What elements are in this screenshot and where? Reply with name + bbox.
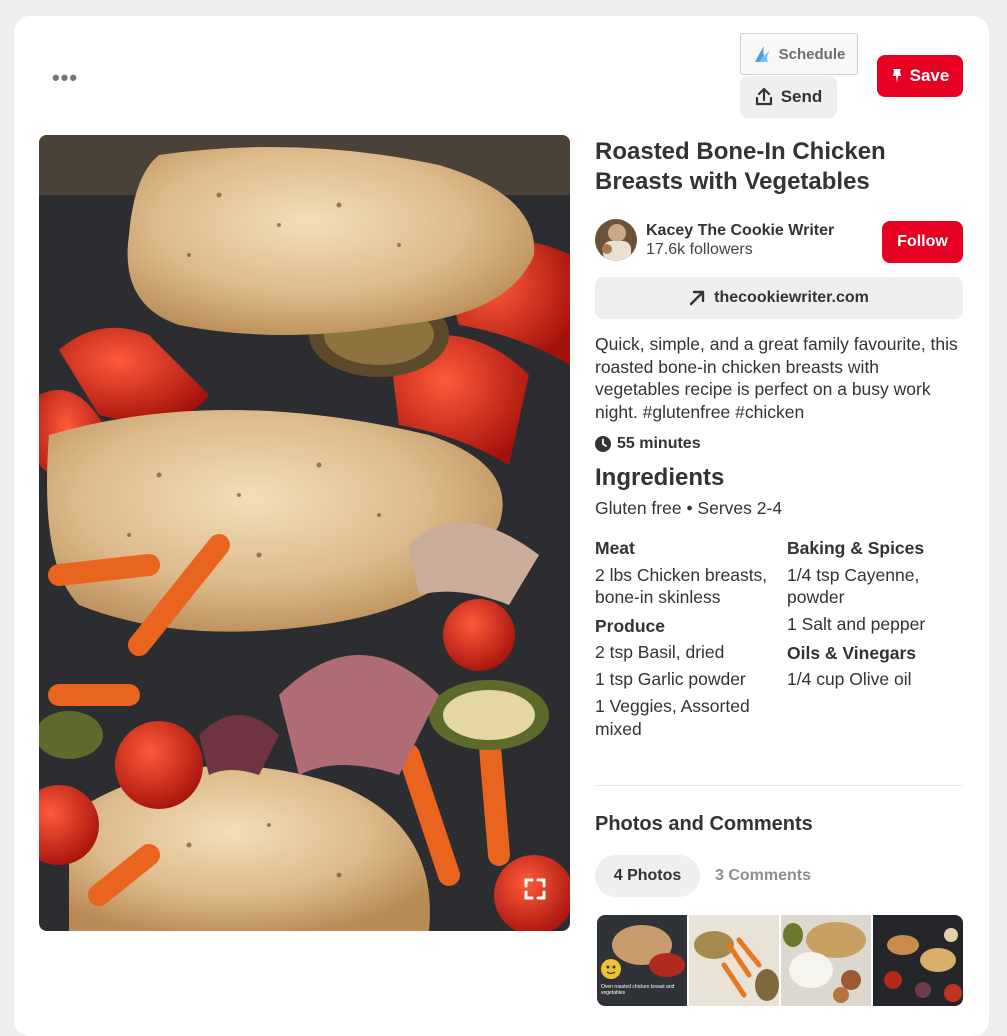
photo-thumbnails: Oven roasted chicken breast and vegetabl…: [597, 915, 963, 1006]
more-icon: •••: [51, 65, 79, 90]
expand-icon: [524, 878, 546, 900]
author-name[interactable]: Kacey The Cookie Writer: [646, 222, 834, 240]
photo-thumbnail[interactable]: Oven roasted chicken breast and vegetabl…: [597, 915, 687, 1006]
ingredients-left-column: Meat 2 lbs Chicken breasts, bone-in skin…: [595, 537, 773, 746]
source-link-label: thecookiewriter.com: [714, 289, 869, 306]
ingredient-group: Baking & Spices 1/4 tsp Cayenne, powder …: [787, 537, 963, 636]
ingredient-group: Oils & Vinegars 1/4 cup Olive oil: [787, 642, 963, 691]
ingredient-group-title: Meat: [595, 538, 635, 558]
pushpin-icon: [892, 69, 901, 83]
pin-image[interactable]: [39, 135, 570, 931]
pin-closeup-card: ••• Schedule Send Save Roasted Bone-In C…: [14, 16, 989, 1036]
photo-thumbnail[interactable]: [689, 915, 779, 1006]
schedule-button[interactable]: Schedule: [740, 33, 858, 75]
ingredients-title: Ingredients: [595, 464, 725, 491]
ingredient-item: 1/4 cup Olive oil: [787, 669, 912, 689]
chicken-vegetables-photo: [39, 135, 570, 931]
thumb-caption: Oven roasted chicken breast and vegetabl…: [601, 984, 675, 996]
ingredients-subtitle: Gluten free • Serves 2-4: [595, 498, 783, 518]
section-divider: [595, 785, 963, 786]
ingredient-group-title: Baking & Spices: [787, 538, 925, 558]
ingredient-item: 2 tsp Basil, dried: [595, 642, 725, 662]
cook-time-label: 55 minutes: [617, 435, 701, 452]
expand-button[interactable]: [517, 871, 553, 907]
ingredient-group: Produce 2 tsp Basil, dried 1 tsp Garlic …: [595, 615, 773, 741]
pin-title: Roasted Bone-In Chicken Breasts with Veg…: [595, 138, 886, 195]
schedule-label: Schedule: [778, 45, 846, 63]
author-block[interactable]: Kacey The Cookie Writer 17.6k followers: [595, 219, 834, 261]
follow-button[interactable]: Follow: [882, 221, 963, 263]
ingredient-group-title: Oils & Vinegars: [787, 642, 917, 663]
save-button[interactable]: Save: [877, 55, 963, 97]
ingredient-item: 2 lbs Chicken breasts, bone-in skinless: [595, 564, 768, 608]
schedule-logo-icon: [754, 46, 770, 62]
avatar[interactable]: [595, 219, 637, 261]
photo-thumbnail[interactable]: [873, 915, 963, 1006]
ingredients-right-column: Baking & Spices 1/4 tsp Cayenne, powder …: [787, 537, 963, 697]
source-link-button[interactable]: thecookiewriter.com: [595, 277, 963, 319]
cook-time: 55 minutes: [595, 435, 701, 453]
send-label: Send: [780, 87, 823, 106]
ingredient-group-title: Produce: [595, 615, 666, 636]
tab-photos[interactable]: 4 Photos: [595, 855, 700, 897]
author-info: Kacey The Cookie Writer 17.6k followers: [646, 222, 834, 259]
ingredient-item: 1 Salt and pepper: [787, 614, 926, 634]
ingredient-item: 1 tsp Garlic powder: [595, 669, 746, 689]
clock-icon: [595, 436, 611, 452]
ingredient-item: 1 Veggies, Assorted mixed: [595, 696, 750, 739]
pin-description: Quick, simple, and a great family favour…: [595, 334, 958, 422]
photo-thumbnail[interactable]: [781, 915, 871, 1006]
save-label: Save: [909, 66, 950, 85]
send-share-icon: [755, 88, 772, 106]
ingredient-group: Meat 2 lbs Chicken breasts, bone-in skin…: [595, 537, 773, 609]
photos-comments-title: Photos and Comments: [595, 813, 813, 835]
arrow-up-right-icon: [689, 290, 705, 306]
tab-comments[interactable]: 3 Comments: [704, 855, 822, 897]
more-options-button[interactable]: •••: [50, 65, 80, 90]
send-button[interactable]: Send: [740, 76, 837, 118]
ingredient-item: 1/4 tsp Cayenne, powder: [787, 564, 920, 608]
follower-count: 17.6k followers: [646, 240, 753, 258]
